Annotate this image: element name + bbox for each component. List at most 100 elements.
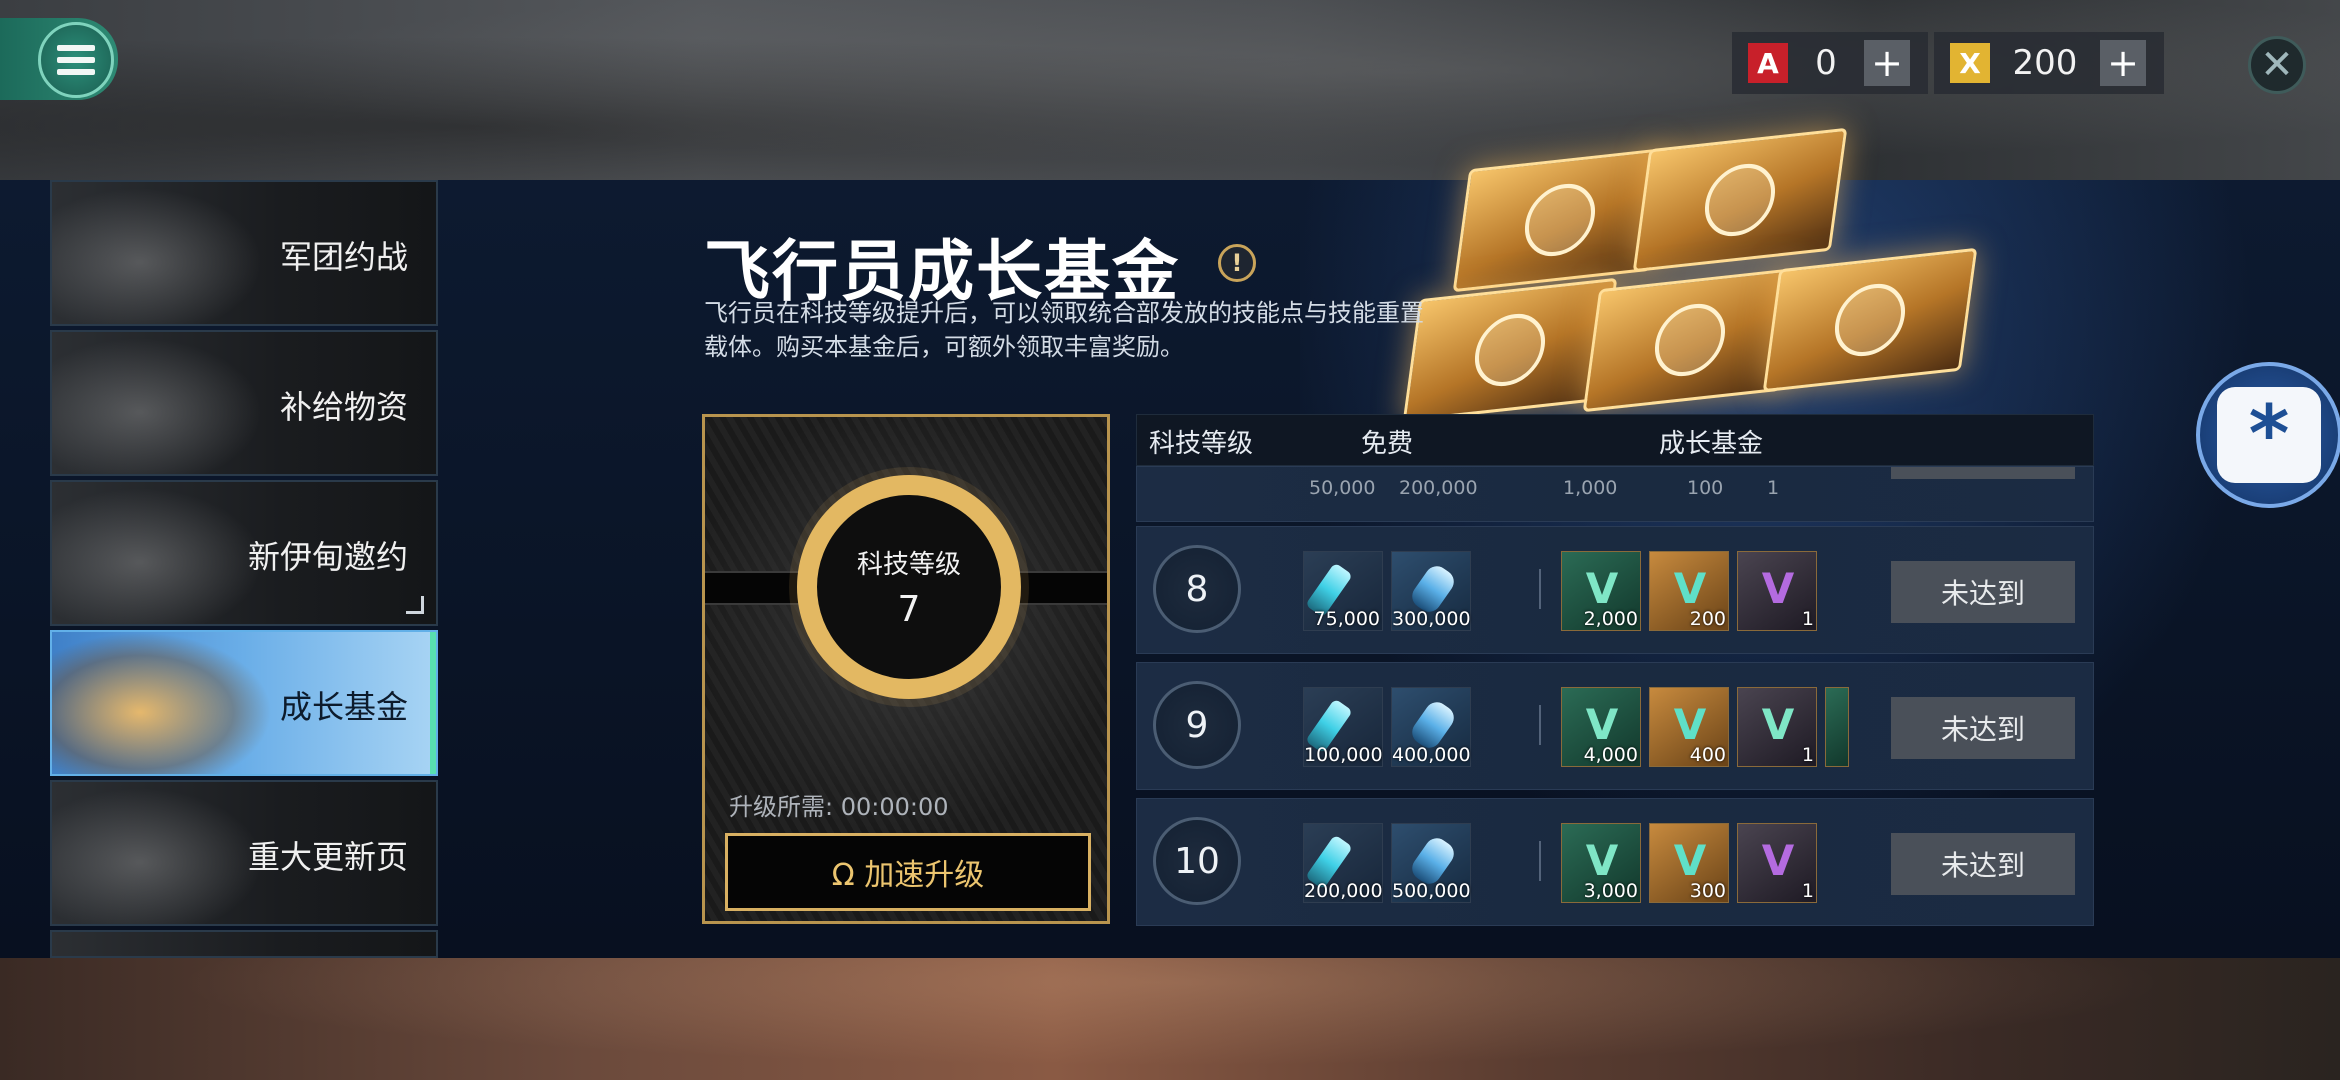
item-qty: 300 — [1689, 880, 1726, 902]
currency-a-value: 0 — [1815, 43, 1837, 83]
reset-carrier-item[interactable]: 300,000 — [1391, 551, 1471, 631]
sidebar-item-label: 补给物资 — [279, 388, 408, 426]
tech-level-label: 科技等级 — [856, 550, 961, 580]
skill-capsule-item[interactable]: 75,000 — [1303, 551, 1383, 631]
status-button[interactable]: 未达到 — [1891, 833, 2075, 895]
sidebar-item-major-update[interactable]: 重大更新页 — [50, 780, 438, 926]
row-level-badge: 9 — [1153, 681, 1241, 769]
fund-green-crate-item[interactable]: V 4,000 — [1561, 687, 1641, 767]
close-button[interactable]: ✕ — [2248, 36, 2306, 94]
sidebar-item-label: 新伊甸邀约 — [247, 538, 408, 576]
reward-row-level-9: 9 100,000 400,000 V 4,000 V 400 V1 未达到 — [1136, 662, 2094, 790]
item-qty: 50,000 — [1309, 477, 1376, 499]
fund-extra-item-partial[interactable] — [1825, 687, 1849, 767]
sidebar-item-partial[interactable] — [50, 930, 438, 958]
item-qty: 200,000 — [1399, 477, 1478, 499]
crate-emblem-icon — [1470, 310, 1550, 390]
supplies-art — [52, 332, 272, 474]
item-qty: 200,000 — [1304, 880, 1383, 902]
item-qty: 1,000 — [1563, 477, 1618, 499]
item-qty: 1 — [1801, 608, 1814, 630]
fund-crates-art — [1380, 120, 2000, 450]
legion-battle-art — [52, 182, 272, 324]
sidebar-item-label: 重大更新页 — [247, 838, 408, 876]
add-currency-a-button[interactable]: + — [1864, 40, 1910, 86]
crate-emblem-icon — [1700, 160, 1780, 240]
sidebar-item-growth-fund[interactable]: 成长基金 — [50, 630, 438, 776]
item-qty: 4,000 — [1583, 744, 1638, 766]
gold-x-currency-icon: X — [1950, 43, 1990, 83]
red-a-currency-icon: A — [1748, 43, 1788, 83]
fund-purple-crate-item[interactable]: V1 — [1737, 551, 1817, 631]
item-qty: 200 — [1689, 608, 1726, 630]
divider — [1539, 569, 1541, 609]
major-update-art — [52, 782, 272, 924]
header-free: 免费 — [1361, 428, 1414, 459]
fund-orange-crate-item[interactable]: V 400 — [1649, 687, 1729, 767]
fund-green-crate-item[interactable]: V 3,000 — [1561, 823, 1641, 903]
item-qty: 75,000 — [1313, 608, 1380, 630]
item-qty: 2,000 — [1583, 608, 1638, 630]
sidebar-item-supplies[interactable]: 补给物资 — [50, 330, 438, 476]
item-qty: 400 — [1689, 744, 1726, 766]
reset-carrier-item[interactable]: 400,000 — [1391, 687, 1471, 767]
fund-purple-crate-item[interactable]: V1 — [1737, 823, 1817, 903]
item-qty: 100,000 — [1304, 744, 1383, 766]
fund-description: 飞行员在科技等级提升后，可以领取统合部发放的技能点与技能重置载体。购买本基金后，… — [704, 299, 1424, 361]
reset-carrier-item[interactable]: 500,000 — [1391, 823, 1471, 903]
menu-button[interactable] — [38, 22, 114, 98]
row-level-badge: 8 — [1153, 545, 1241, 633]
skill-capsule-item[interactable]: 100,000 — [1303, 687, 1383, 767]
item-qty: 400,000 — [1392, 744, 1471, 766]
crate-emblem-icon — [1830, 280, 1910, 360]
bottom-background — [0, 958, 2340, 1080]
asterisk-chat-icon: * — [2217, 387, 2321, 483]
green-chevron-icon: V — [1585, 835, 1619, 885]
tech-level-value: 7 — [897, 589, 921, 630]
item-qty: 1 — [1767, 477, 1780, 499]
crate-art — [1632, 127, 1848, 273]
speed-up-button[interactable]: Ω 加速升级 — [725, 833, 1091, 911]
item-qty: 1 — [1801, 744, 1814, 766]
reward-row-level-10: 10 200,000 500,000 V 3,000 V 300 V1 未达到 — [1136, 798, 2094, 926]
tech-level-card: 科技等级 7 升级所需: 00:00:00 Ω 加速升级 — [702, 414, 1110, 924]
fund-green-crate-item[interactable]: V 2,000 — [1561, 551, 1641, 631]
currency-a: A 0 + — [1732, 32, 1928, 94]
purple-chevron-icon: V — [1761, 563, 1795, 613]
purple-chevron-icon: V — [1761, 835, 1795, 885]
new-eden-art — [52, 482, 272, 624]
header-tech-level: 科技等级 — [1149, 428, 1254, 459]
fund-orange-crate-item[interactable]: V 300 — [1649, 823, 1729, 903]
status-button[interactable]: 未达到 — [1891, 697, 2075, 759]
status-button-partial — [1891, 467, 2075, 479]
fund-orange-crate-item[interactable]: V 200 — [1649, 551, 1729, 631]
item-qty: 1 — [1801, 880, 1814, 902]
item-qty: 300,000 — [1392, 608, 1471, 630]
currency-x-value: 200 — [2012, 43, 2078, 83]
green-chevron-icon: V — [1761, 699, 1795, 749]
divider — [1539, 705, 1541, 745]
skill-capsule-item[interactable]: 200,000 — [1303, 823, 1383, 903]
orange-chevron-icon: V — [1673, 835, 1707, 885]
help-chat-button[interactable]: * — [2196, 362, 2340, 508]
fund-dark-crate-item[interactable]: V1 — [1737, 687, 1817, 767]
item-qty: 3,000 — [1583, 880, 1638, 902]
item-qty: 100 — [1687, 477, 1724, 499]
sidebar-item-legion-battle[interactable]: 军团约战 — [50, 180, 438, 326]
sidebar-item-label: 成长基金 — [279, 688, 408, 726]
green-chevron-icon: V — [1585, 699, 1619, 749]
info-icon[interactable]: ! — [1218, 244, 1256, 282]
row-level-badge: 10 — [1153, 817, 1241, 905]
currency-x: X 200 + — [1934, 32, 2164, 94]
sidebar-item-new-eden-invite[interactable]: 新伊甸邀约 — [50, 480, 438, 626]
divider — [1539, 841, 1541, 881]
add-currency-x-button[interactable]: + — [2100, 40, 2146, 86]
item-qty: 500,000 — [1392, 880, 1471, 902]
orange-chevron-icon: V — [1673, 563, 1707, 613]
header-growth-fund: 成长基金 — [1659, 428, 1764, 459]
expand-corner-icon — [406, 596, 424, 614]
tech-level-ring: 科技等级 7 — [797, 475, 1021, 699]
upgrade-time-required: 升级所需: 00:00:00 — [729, 793, 949, 821]
status-button[interactable]: 未达到 — [1891, 561, 2075, 623]
growth-fund-art — [52, 632, 272, 774]
